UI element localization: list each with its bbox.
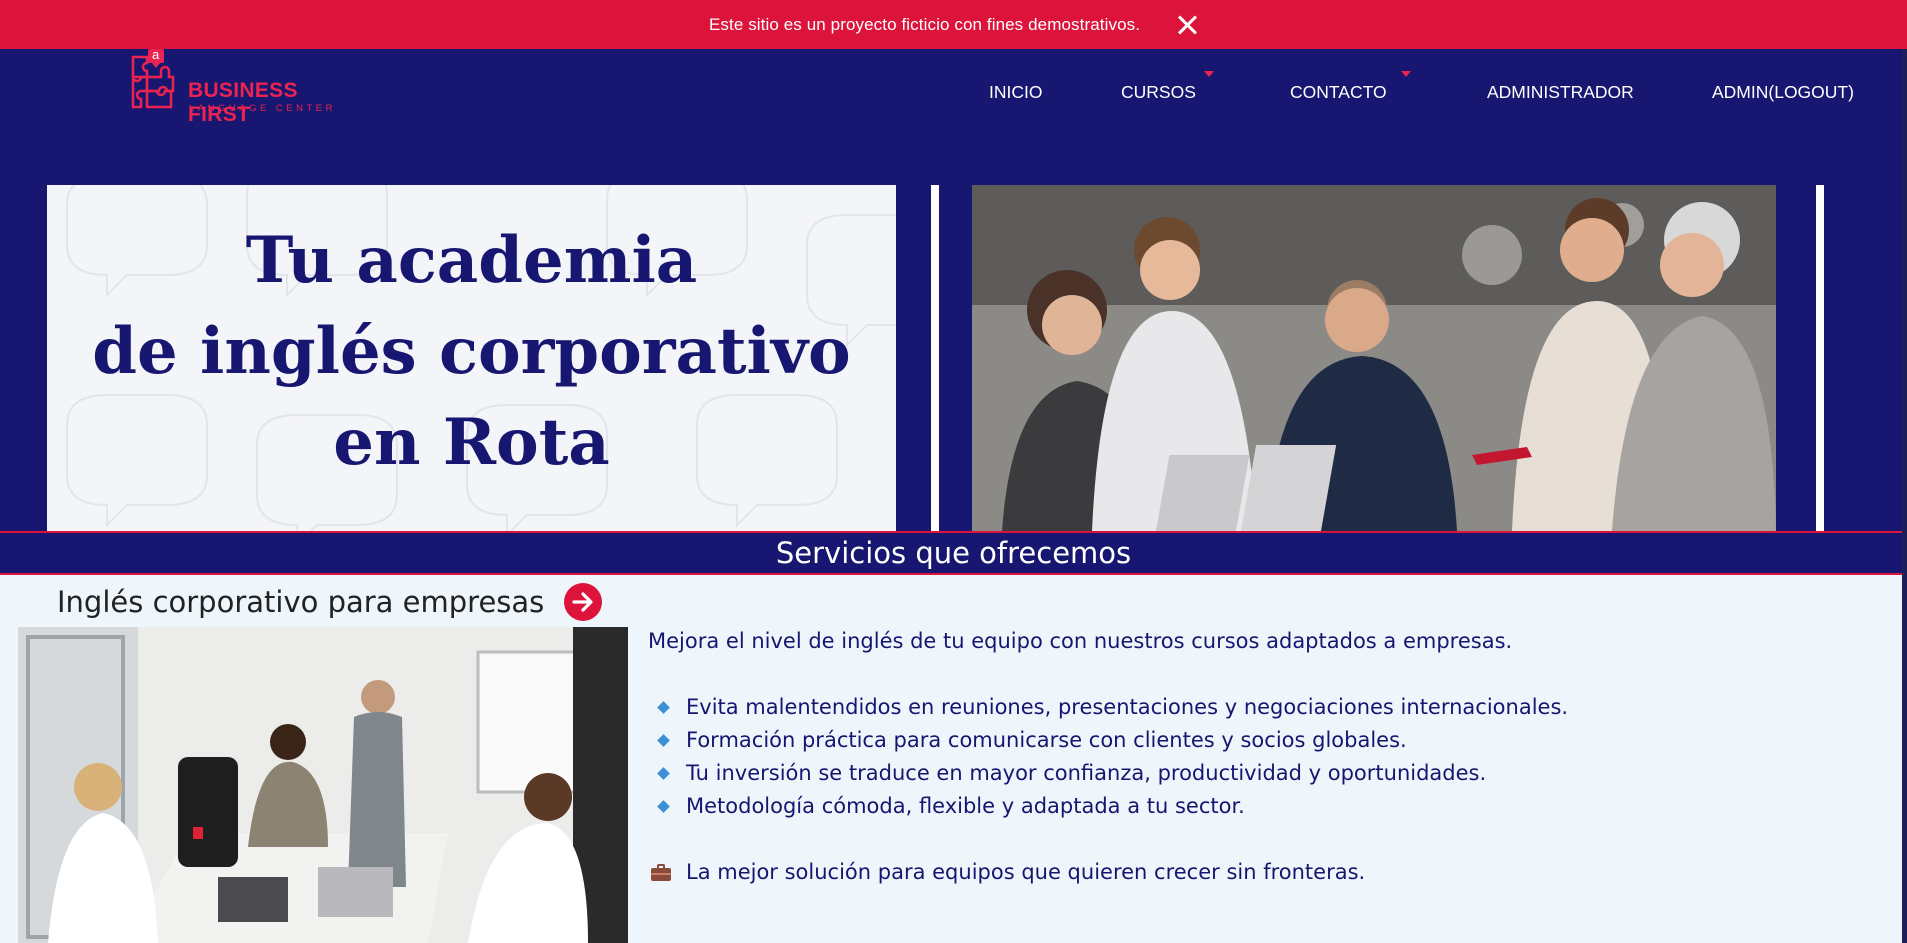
list-item-text: Evita malentendidos en reuniones, presen… bbox=[686, 695, 1569, 719]
page-scrollbar[interactable] bbox=[1902, 49, 1907, 943]
list-item-text: Formación práctica para comunicarse con … bbox=[686, 728, 1407, 752]
puzzle-logo-icon bbox=[131, 49, 175, 109]
contacto-dropdown-caret-icon[interactable] bbox=[1401, 71, 1411, 77]
logo-badge-letter: a bbox=[152, 47, 160, 62]
nav-item-logout[interactable]: ADMIN(LOGOUT) bbox=[1712, 82, 1854, 103]
hero-title-panel: Tu academia de inglés corporativo en Rot… bbox=[47, 185, 896, 531]
service-intro: Mejora el nivel de inglés de tu equipo c… bbox=[648, 629, 1513, 653]
cursos-dropdown-caret-icon[interactable] bbox=[1204, 71, 1214, 77]
brand-logo[interactable]: a BUSINESS FIRST LANGUAGE CENTER bbox=[130, 47, 360, 126]
hero-banner: Tu academia de inglés corporativo en Rot… bbox=[0, 185, 1907, 531]
briefcase-icon bbox=[651, 864, 671, 881]
section-title: Servicios que ofrecemos bbox=[775, 536, 1132, 570]
arrow-right-icon[interactable] bbox=[564, 583, 603, 621]
service-description: Mejora el nivel de inglés de tu equipo c… bbox=[648, 625, 1568, 889]
diamond-bullet-icon bbox=[657, 734, 670, 747]
diamond-bullet-icon bbox=[657, 800, 670, 813]
list-item: Formación práctica para comunicarse con … bbox=[648, 724, 1568, 757]
service-title: Inglés corporativo para empresas bbox=[57, 585, 545, 619]
hero-divider bbox=[931, 185, 939, 531]
closing-text: La mejor solución para equipos que quier… bbox=[686, 860, 1366, 884]
list-item: Metodología cómoda, flexible y adaptada … bbox=[648, 790, 1568, 823]
main-navbar: a BUSINESS FIRST LANGUAGE CENTER INICIO … bbox=[0, 47, 1907, 185]
demo-notice-bar: Este sitio es un proyecto ficticio con f… bbox=[0, 0, 1907, 49]
diamond-bullet-icon bbox=[657, 767, 670, 780]
nav-item-contacto[interactable]: CONTACTO bbox=[1290, 82, 1387, 103]
list-item-text: Metodología cómoda, flexible y adaptada … bbox=[686, 794, 1245, 818]
meeting-photo-illustration bbox=[18, 627, 628, 943]
list-item: Tu inversión se traduce en mayor confian… bbox=[648, 757, 1568, 790]
service-heading: Inglés corporativo para empresas bbox=[57, 583, 603, 621]
business-team-photo bbox=[972, 185, 1776, 531]
notice-text: Este sitio es un proyecto ficticio con f… bbox=[708, 14, 1141, 34]
brand-tagline: LANGUAGE CENTER bbox=[189, 103, 336, 114]
nav-item-cursos[interactable]: CURSOS bbox=[1121, 82, 1196, 103]
meeting-photo bbox=[18, 627, 628, 943]
diamond-bullet-icon bbox=[657, 701, 670, 714]
nav-item-inicio[interactable]: INICIO bbox=[989, 82, 1042, 103]
list-item-text: Tu inversión se traduce en mayor confian… bbox=[686, 761, 1487, 785]
service-closing: La mejor solución para equipos que quier… bbox=[648, 856, 1568, 889]
benefits-list: Evita malentendidos en reuniones, presen… bbox=[648, 691, 1568, 823]
nav-item-administrador[interactable]: ADMINISTRADOR bbox=[1487, 82, 1634, 103]
team-photo-illustration bbox=[972, 185, 1776, 531]
hero-divider bbox=[1816, 185, 1824, 531]
close-icon[interactable] bbox=[1176, 14, 1198, 36]
list-item: Evita malentendidos en reuniones, presen… bbox=[648, 691, 1568, 724]
section-banner: Servicios que ofrecemos bbox=[0, 531, 1907, 575]
hero-title: Tu academia de inglés corporativo en Rot… bbox=[92, 223, 851, 480]
